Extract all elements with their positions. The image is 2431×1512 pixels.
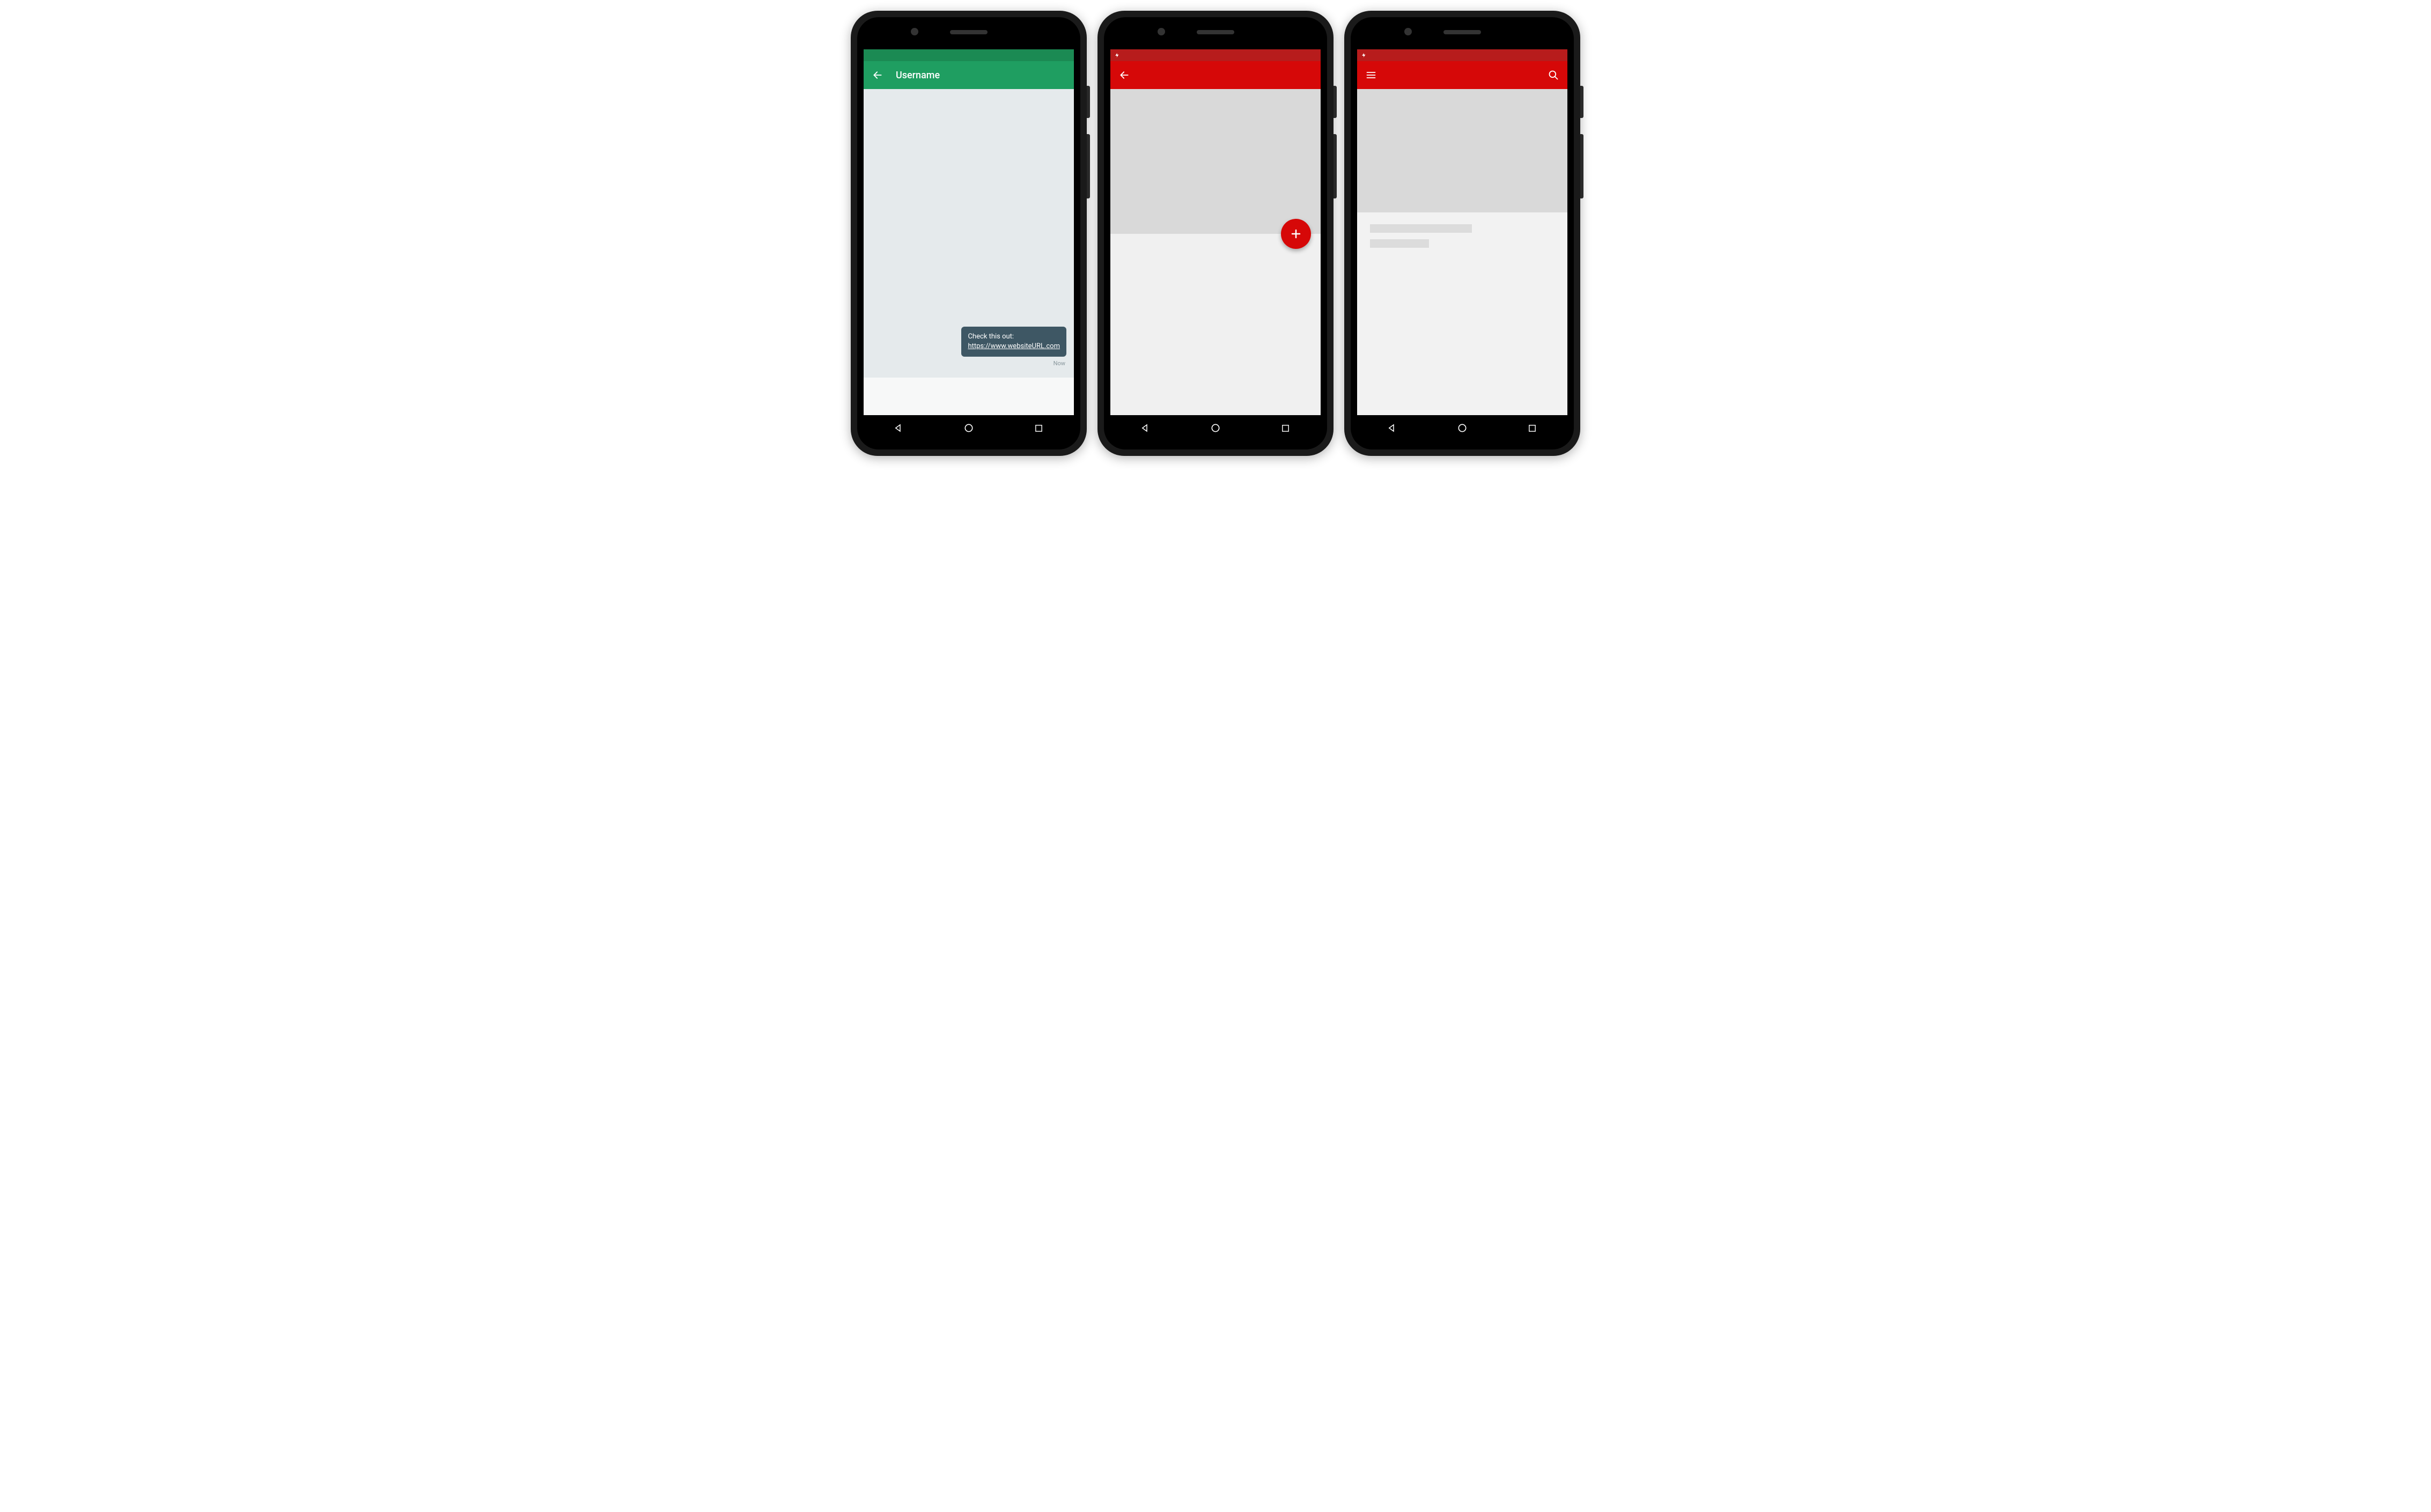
nav-recent-icon[interactable] <box>1527 422 1538 434</box>
chat-bubble-outgoing[interactable]: Check this out: https://www.websiteURL.c… <box>961 327 1066 357</box>
hero-placeholder <box>1357 89 1567 212</box>
app-bar <box>1357 61 1567 89</box>
back-arrow-icon[interactable] <box>871 69 884 82</box>
hamburger-menu-icon[interactable] <box>1365 69 1377 82</box>
message-timestamp: Now <box>1054 360 1065 367</box>
android-nav-bar <box>1110 415 1321 441</box>
phone-frame-2 <box>1097 11 1334 456</box>
phone-side-button <box>1087 134 1090 198</box>
phone-side-button <box>1334 86 1337 118</box>
nav-back-icon[interactable] <box>893 422 904 434</box>
back-arrow-icon[interactable] <box>1118 69 1131 82</box>
chat-area[interactable]: Check this out: https://www.websiteURL.c… <box>864 89 1074 378</box>
text-placeholder-line <box>1370 239 1429 248</box>
nav-home-icon[interactable] <box>1210 422 1221 434</box>
fab-add-button[interactable] <box>1281 219 1311 249</box>
app-bar: Username <box>864 61 1074 89</box>
text-placeholder-line <box>1370 224 1472 233</box>
phone-frame-3 <box>1344 11 1580 456</box>
phone-speaker <box>1197 30 1234 34</box>
hero-placeholder <box>1110 89 1321 234</box>
content-placeholder <box>1110 234 1321 415</box>
phone-side-button <box>1580 134 1583 198</box>
status-bar <box>1357 49 1567 61</box>
phone-camera <box>1404 28 1412 35</box>
search-icon[interactable] <box>1547 69 1560 82</box>
nav-back-icon[interactable] <box>1139 422 1151 434</box>
nav-home-icon[interactable] <box>1456 422 1468 434</box>
nav-back-icon[interactable] <box>1386 422 1398 434</box>
message-text: Check this out: <box>968 333 1014 341</box>
status-bar <box>864 49 1074 61</box>
phone-camera <box>911 28 918 35</box>
android-nav-bar <box>1357 415 1567 441</box>
nav-recent-icon[interactable] <box>1033 422 1045 434</box>
phone-frame-1: Username Check this out: https://www.web… <box>851 11 1087 456</box>
message-link[interactable]: https://www.websiteURL.com <box>968 342 1060 350</box>
phone-side-button <box>1334 134 1337 198</box>
appbar-title: Username <box>896 70 1066 81</box>
status-bar <box>1110 49 1321 61</box>
content-body <box>1357 212 1567 415</box>
phone-side-button <box>1580 86 1583 118</box>
phone-side-button <box>1087 86 1090 118</box>
android-nav-bar <box>864 415 1074 441</box>
nav-home-icon[interactable] <box>963 422 975 434</box>
charging-bolt-icon <box>1361 51 1367 59</box>
chat-input-area[interactable] <box>864 378 1074 415</box>
nav-recent-icon[interactable] <box>1280 422 1292 434</box>
app-bar <box>1110 61 1321 89</box>
phone-speaker <box>950 30 988 34</box>
phone-speaker <box>1443 30 1481 34</box>
phone-camera <box>1158 28 1165 35</box>
charging-bolt-icon <box>1115 51 1120 59</box>
